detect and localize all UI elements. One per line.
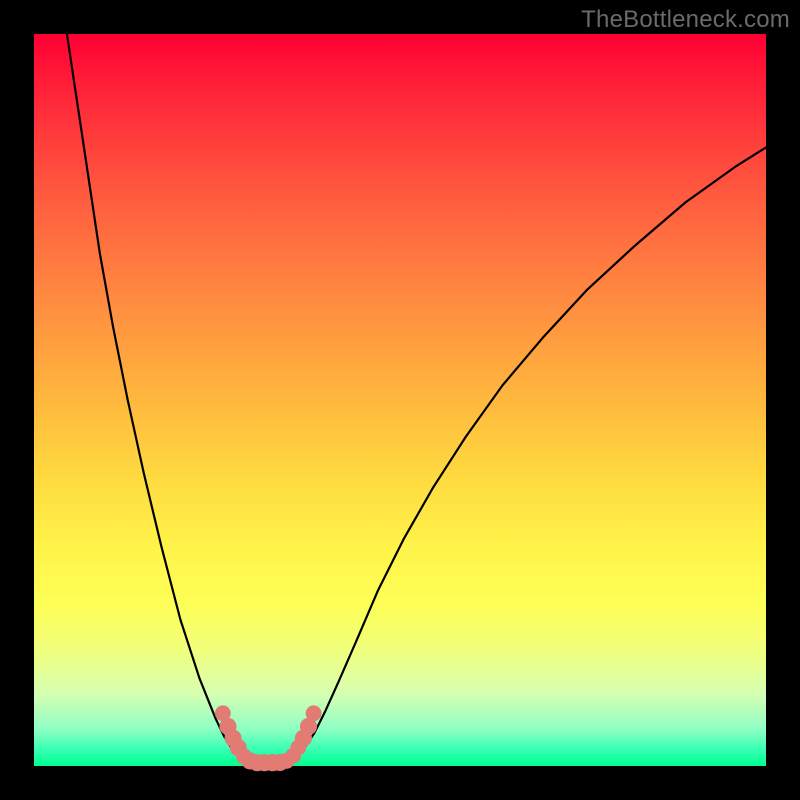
plot-area — [34, 34, 766, 766]
chart-svg — [34, 34, 766, 766]
watermark-text: TheBottleneck.com — [581, 6, 790, 34]
bottleneck-curve — [67, 34, 766, 763]
marker-dot — [306, 705, 322, 721]
marker-cluster — [215, 705, 322, 771]
chart-frame: TheBottleneck.com — [0, 0, 800, 800]
